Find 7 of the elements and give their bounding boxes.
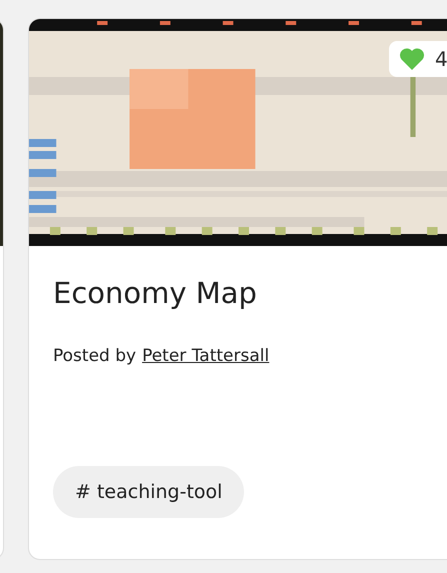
like-badge[interactable]: 4 [389, 41, 447, 77]
posted-by-label: Posted by [53, 346, 136, 366]
tag-chip[interactable]: # teaching-tool [53, 466, 244, 518]
like-count: 4 [435, 47, 447, 71]
author-link[interactable]: Peter Tattersall [142, 346, 270, 366]
card-title: Economy Map [53, 276, 258, 310]
thumbnail-drawing[interactable] [29, 19, 447, 246]
